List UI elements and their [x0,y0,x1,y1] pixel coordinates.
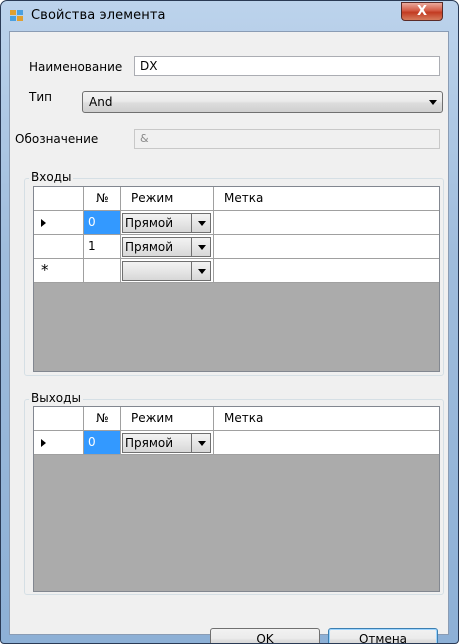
row-header-corner [34,187,84,211]
title-bar[interactable]: Свойства элемента X [1,1,458,31]
mode-select[interactable]: Прямой [122,433,211,453]
cell-mode[interactable]: Прямой [121,235,214,259]
cell-mode[interactable]: Прямой [121,211,214,235]
cell-mode[interactable]: Прямой [121,431,214,455]
table-row[interactable]: 0 Прямой [34,211,439,235]
chevron-down-icon [198,221,206,226]
window-title: Свойства элемента [31,8,166,23]
chevron-down-icon [198,245,206,250]
cancel-button[interactable]: Отмена [328,628,438,643]
cell-num[interactable]: 0 [84,431,121,455]
designation-label: Обозначение [15,132,99,146]
mode-select[interactable]: Прямой [122,237,211,257]
chevron-down-icon [429,100,437,105]
cell-label[interactable] [214,431,439,455]
ok-button[interactable]: OK [210,628,320,643]
chevron-down-icon [198,269,206,274]
outputs-grid-header: № Режим Метка [34,407,439,431]
new-row-star-icon: * [41,261,49,279]
cell-mode[interactable] [121,259,214,283]
combo-divider [191,434,192,452]
table-row[interactable]: 1 Прямой [34,235,439,259]
current-row-arrow-icon [41,439,46,447]
column-header-mode[interactable]: Режим [121,407,214,431]
combo-divider [191,262,192,280]
current-row-arrow-icon [41,219,46,227]
row-header[interactable]: * [34,259,84,283]
designation-field[interactable]: & [134,129,440,149]
cell-label[interactable] [214,235,439,259]
outputs-grid[interactable]: № Режим Метка 0 Прямой [33,406,440,592]
table-row[interactable]: 0 Прямой [34,431,439,455]
chevron-down-icon [198,441,206,446]
column-header-num[interactable]: № [84,187,121,211]
column-header-label[interactable]: Метка [214,187,439,211]
cell-label[interactable] [214,211,439,235]
name-field[interactable]: DX [134,56,440,76]
inputs-grid-header: № Режим Метка [34,187,439,211]
inputs-group-title: Входы [29,170,74,184]
row-header[interactable] [34,211,84,235]
mode-select[interactable]: Прямой [122,213,211,233]
type-select-value: And [89,95,113,109]
inputs-grid[interactable]: № Режим Метка 0 Прямой 1 Прямой * [33,186,440,372]
cell-num[interactable]: 0 [84,211,121,235]
row-header[interactable] [34,431,84,455]
cell-label[interactable] [214,259,439,283]
column-header-num[interactable]: № [84,407,121,431]
combo-divider [191,214,192,232]
type-select[interactable]: And [82,91,443,113]
new-row[interactable]: * [34,259,439,283]
cell-num[interactable]: 1 [84,235,121,259]
combo-divider [191,238,192,256]
type-label: Тип [29,90,52,104]
cell-num[interactable] [84,259,121,283]
column-header-label[interactable]: Метка [214,407,439,431]
dialog-body: Наименование DX Тип And Обозначение & Вх… [9,31,449,643]
mode-select-value: Прямой [125,216,174,230]
properties-window-icon [10,10,24,22]
properties-dialog: Свойства элемента X Наименование DX Тип … [0,0,459,644]
mode-select-value: Прямой [125,436,174,450]
column-header-mode[interactable]: Режим [121,187,214,211]
close-icon[interactable]: X [401,2,443,21]
row-header-corner [34,407,84,431]
mode-select[interactable] [122,261,211,281]
outputs-group-title: Выходы [29,391,83,405]
mode-select-value: Прямой [125,240,174,254]
name-label: Наименование [29,60,123,74]
row-header[interactable] [34,235,84,259]
